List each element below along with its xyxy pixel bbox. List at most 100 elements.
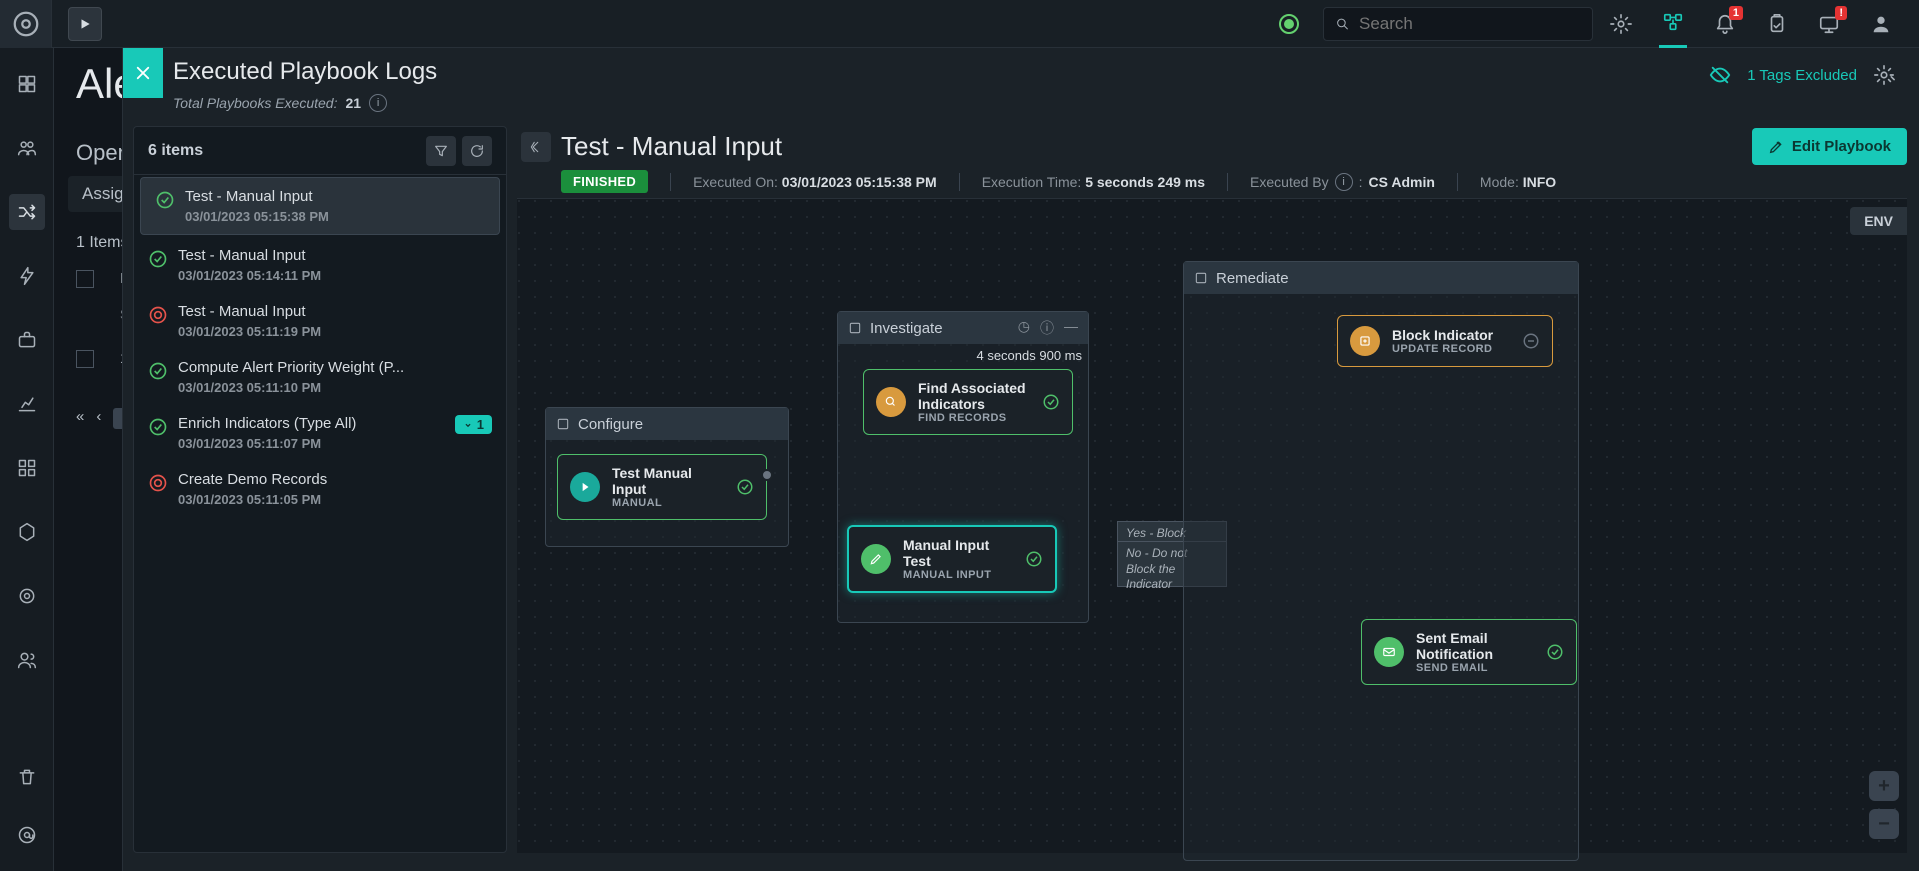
env-tab[interactable]: ENV [1850,207,1907,235]
pencil-icon [1768,139,1784,155]
mail-icon [1374,637,1404,667]
person-icon [1870,13,1892,35]
user-icon[interactable] [1867,0,1895,48]
page-first[interactable]: « [76,408,84,429]
nav-hex[interactable] [9,514,45,550]
zoom-out-button[interactable]: − [1869,809,1899,839]
log-item[interactable]: Test - Manual Input 03/01/2023 05:14:11 … [134,237,506,293]
list-count: 6 items [148,142,203,160]
edit-icon [861,544,891,574]
layers-icon [1194,271,1208,285]
chevron-left-icon [529,140,543,154]
shuffle-icon [17,202,37,222]
nav-playbooks[interactable] [9,194,45,230]
network-icon [1662,11,1684,33]
info-icon[interactable]: i [369,94,387,112]
system-status-icon[interactable] [1279,14,1299,34]
playbook-canvas[interactable]: ENV + − [517,198,1907,853]
info-icon[interactable]: i [1335,173,1353,191]
app-logo[interactable] [0,0,52,48]
log-item[interactable]: Test - Manual Input 03/01/2023 05:15:38 … [140,177,500,235]
notification-badge: 1 [1729,6,1743,20]
playbook-detail: Test - Manual Input FINISHED Executed On… [517,126,1907,853]
connectors [517,199,817,349]
logs-list: 6 items Test - Manual Input 03/01/2023 0… [133,126,507,853]
close-icon [134,64,152,82]
nav-modules[interactable] [9,450,45,486]
nav-users[interactable] [9,642,45,678]
success-icon [148,417,168,437]
check-icon [1025,550,1043,568]
checkbox[interactable] [76,270,94,288]
failed-icon [148,473,168,493]
play-icon [570,472,600,502]
nav-trash[interactable] [9,759,45,795]
search-doc-icon [876,387,906,417]
edit-playbook-button[interactable]: Edit Playbook [1752,128,1907,165]
config-icon[interactable]: ! [1815,0,1843,48]
log-item[interactable]: Compute Alert Priority Weight (P... 03/0… [134,349,506,405]
log-item[interactable]: Enrich Indicators (Type All) 03/01/2023 … [134,405,506,461]
search-input[interactable] [1359,14,1580,34]
failed-icon [148,305,168,325]
users-icon [17,650,37,670]
panel-settings-icon[interactable] [1873,64,1895,86]
nav-library[interactable] [9,322,45,358]
nav-team[interactable] [9,130,45,166]
nav-reports[interactable] [9,386,45,422]
eye-off-icon[interactable] [1709,64,1731,86]
refresh-icon [469,143,485,159]
at-icon [17,825,37,845]
detail-title: Test - Manual Input [561,131,1907,162]
config-badge: ! [1835,6,1847,20]
node-manual-input-test[interactable]: Manual Input TestMANUAL INPUT [847,525,1057,593]
update-icon [1350,326,1380,356]
clipboard-icon [1766,13,1788,35]
clock-icon[interactable]: ◷ [1018,318,1030,338]
minimize-icon[interactable]: — [1064,318,1078,338]
settings-icon[interactable] [1607,0,1635,48]
layers-icon [556,417,570,431]
hex-icon [17,522,37,542]
collapse-button[interactable] [521,132,551,162]
people-icon [17,138,37,158]
chart-icon [17,394,37,414]
refresh-button[interactable] [462,136,492,166]
port[interactable] [761,469,773,481]
grid-icon [17,74,37,94]
filter-icon [433,143,449,159]
page-prev[interactable]: ‹ [96,408,101,429]
log-item[interactable]: Test - Manual Input 03/01/2023 05:11:19 … [134,293,506,349]
panel-title: Executed Playbook Logs [173,58,1895,86]
search-icon [1336,16,1349,32]
nav-help[interactable] [9,817,45,853]
success-icon [155,190,175,210]
play-icon [78,17,92,31]
node-test-manual-input[interactable]: Test Manual InputMANUAL [557,454,767,520]
layers-icon [848,321,862,335]
log-item[interactable]: Create Demo Records 03/01/2023 05:11:05 … [134,461,506,517]
detail-meta: FINISHED Executed On: 03/01/2023 05:15:3… [561,170,1907,193]
close-button[interactable] [123,48,163,98]
node-sent-email[interactable]: Sent Email NotificationSEND EMAIL [1361,619,1577,685]
info-icon[interactable]: ⓘ [1040,318,1054,338]
filter-button[interactable] [426,136,456,166]
notifications-icon[interactable]: 1 [1711,0,1739,48]
nav-automation[interactable] [9,258,45,294]
nav-dashboard[interactable] [9,66,45,102]
trash-icon [17,767,37,787]
bolt-icon [17,266,37,286]
node-find-associated[interactable]: Find Associated IndicatorsFIND RECORDS [863,369,1073,435]
connections-icon[interactable] [1659,0,1687,48]
nav-gear[interactable] [9,578,45,614]
node-block-indicator[interactable]: Block IndicatorUPDATE RECORD <359 d=""/> [1337,315,1553,367]
dash-icon: <359 d=""/> [1522,332,1540,350]
status-badge: FINISHED [561,170,648,193]
tags-excluded-link[interactable]: 1 Tags Excluded [1747,67,1857,84]
clipboard-icon[interactable] [1763,0,1791,48]
global-search[interactable] [1323,7,1593,41]
zoom-in-button[interactable]: + [1869,771,1899,801]
checkbox[interactable] [76,350,94,368]
play-button[interactable] [68,7,102,41]
panel-subtitle: Total Playbooks Executed: 21 i [173,94,1895,112]
